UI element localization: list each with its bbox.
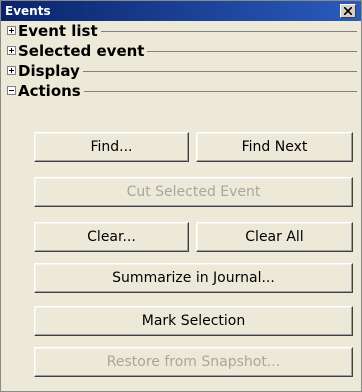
close-icon — [344, 7, 352, 15]
section-label-display: Display — [18, 62, 83, 80]
find-button[interactable]: Find... — [34, 132, 189, 162]
expand-icon[interactable] — [7, 46, 16, 55]
events-panel: Events Event list Selected event Display — [0, 0, 362, 392]
section-display[interactable]: Display — [7, 62, 357, 80]
section-actions[interactable]: Actions — [7, 82, 357, 100]
expand-icon[interactable] — [7, 66, 16, 75]
find-next-button[interactable]: Find Next — [196, 132, 353, 162]
clear-button[interactable]: Clear... — [34, 222, 189, 252]
mark-selection-button[interactable]: Mark Selection — [34, 306, 353, 336]
section-selected-event[interactable]: Selected event — [7, 42, 357, 60]
section-event-list[interactable]: Event list — [7, 22, 357, 40]
restore-from-snapshot-button[interactable]: Restore from Snapshot... — [34, 347, 353, 377]
cut-selected-event-button[interactable]: Cut Selected Event — [34, 177, 353, 207]
section-label-event-list: Event list — [18, 22, 101, 40]
close-button[interactable] — [340, 4, 356, 18]
window-title: Events — [5, 4, 51, 18]
summarize-in-journal-button[interactable]: Summarize in Journal... — [34, 263, 353, 293]
title-bar[interactable]: Events — [1, 1, 361, 21]
section-label-selected-event: Selected event — [18, 42, 148, 60]
collapse-icon[interactable] — [7, 86, 16, 95]
expand-icon[interactable] — [7, 26, 16, 35]
clear-all-button[interactable]: Clear All — [196, 222, 353, 252]
section-label-actions: Actions — [18, 82, 84, 100]
